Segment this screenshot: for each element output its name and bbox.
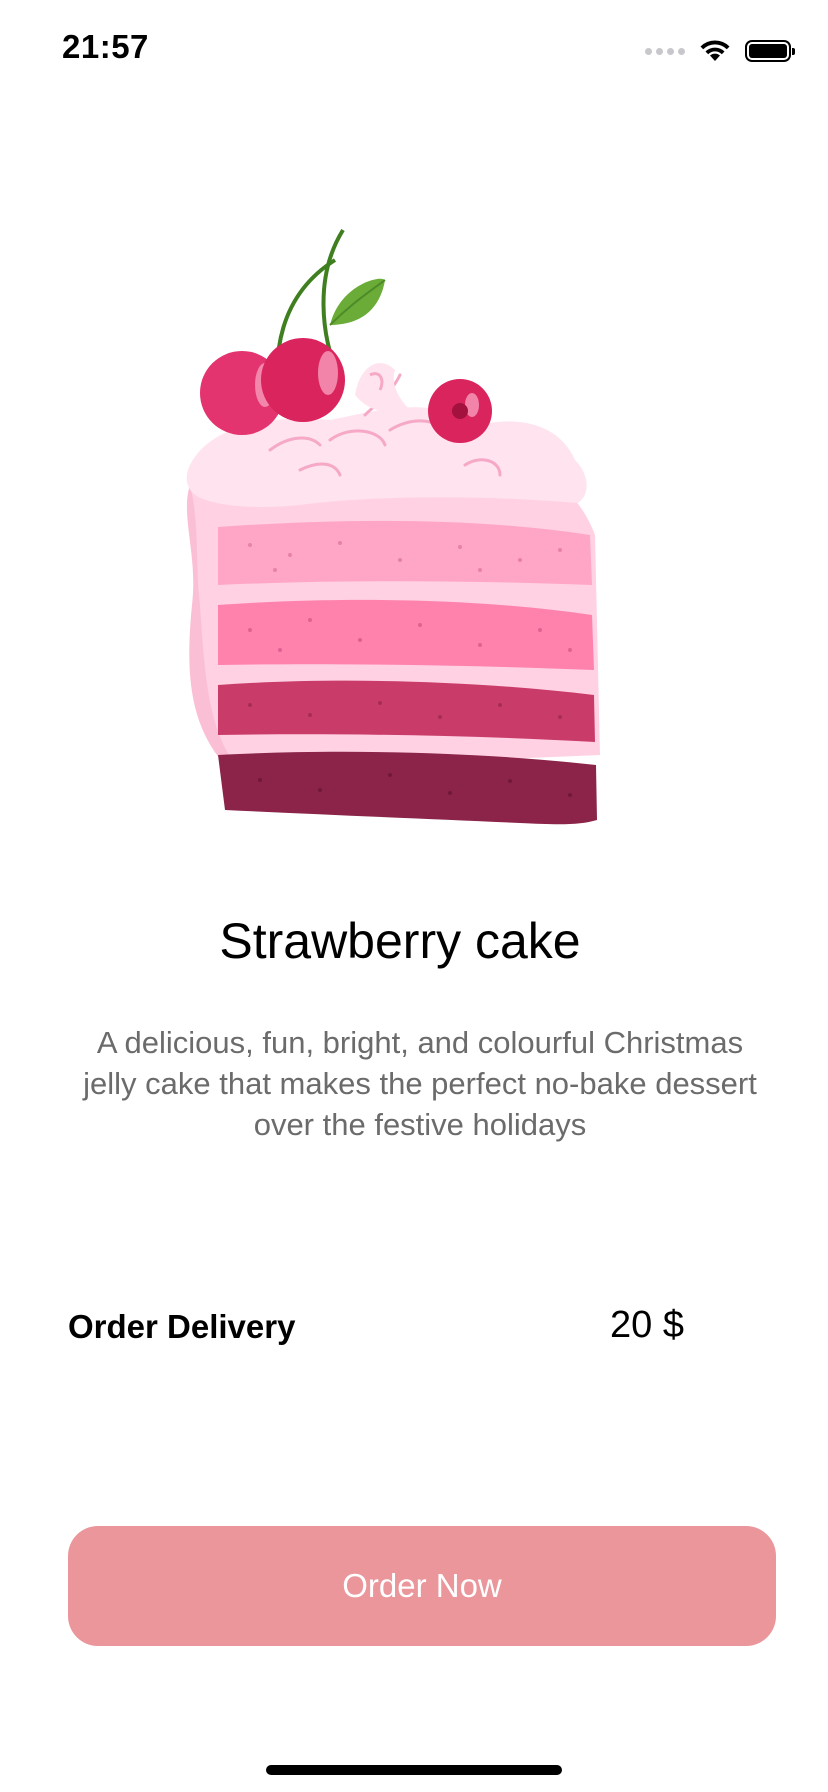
status-icons — [645, 36, 795, 66]
battery-icon — [745, 40, 795, 62]
delivery-price: 20 $ — [610, 1304, 684, 1346]
product-detail-screen: 21:57 Strawberry cake A delicious, fun, … — [0, 0, 828, 1792]
status-time: 21:57 — [62, 28, 149, 65]
cellular-signal-icon — [645, 47, 685, 55]
product-description: A delicious, fun, bright, and colourful … — [83, 1025, 757, 1142]
home-indicator[interactable] — [266, 1765, 562, 1775]
product-title: Strawberry cake — [219, 913, 581, 969]
delivery-label: Order Delivery — [68, 1308, 296, 1345]
order-now-button[interactable]: Order Now — [68, 1526, 776, 1646]
wifi-icon — [700, 40, 730, 61]
strawberry-cake-illustration — [186, 228, 600, 825]
order-now-label: Order Now — [342, 1567, 502, 1604]
